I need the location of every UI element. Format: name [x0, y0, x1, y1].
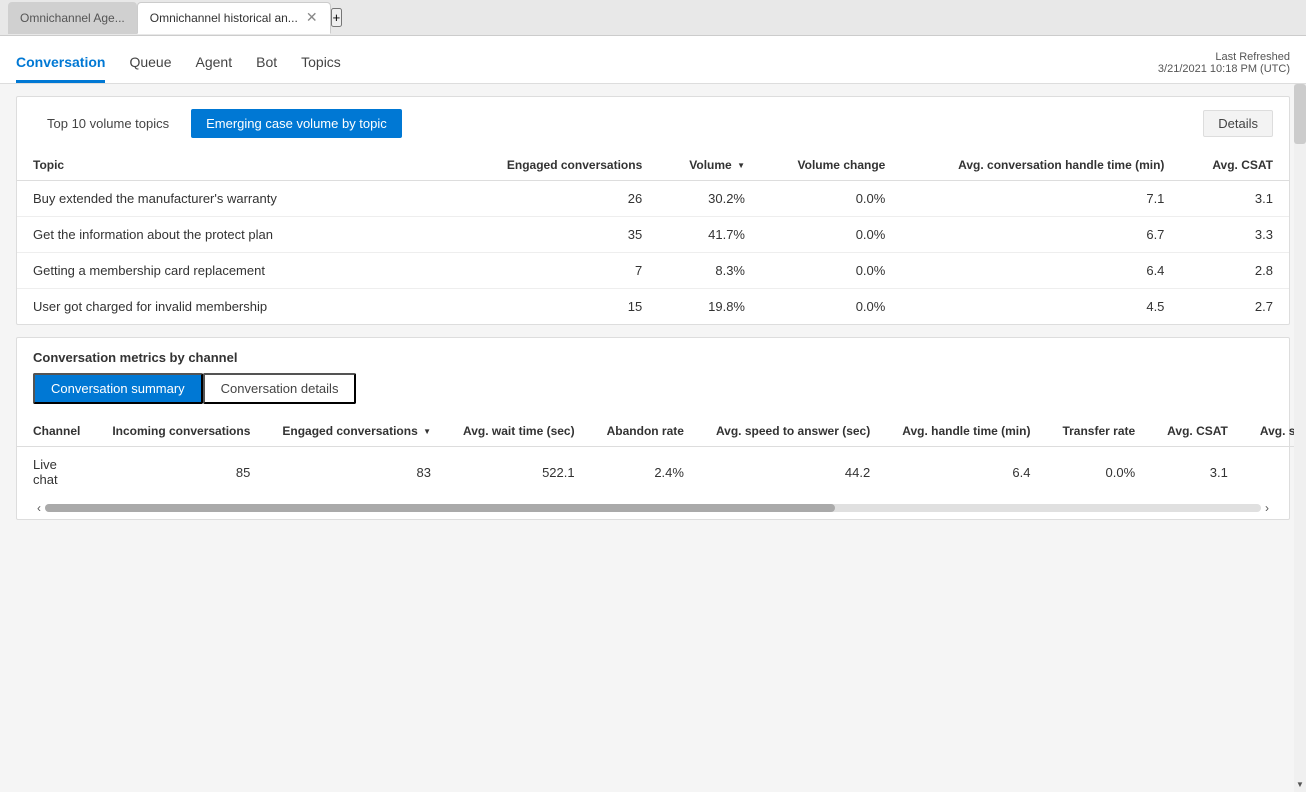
- nav-tab-topics[interactable]: Topics: [301, 46, 341, 83]
- conversation-details-tab[interactable]: Conversation details: [203, 373, 357, 404]
- volume-change-cell: 0.0%: [761, 217, 901, 253]
- volume-cell: 41.7%: [658, 217, 761, 253]
- topics-table: Topic Engaged conversations Volume ▼ Vol…: [17, 150, 1289, 324]
- scroll-left-arrow[interactable]: ‹: [33, 501, 45, 515]
- volume-cell: 8.3%: [658, 253, 761, 289]
- browser-tab-active[interactable]: Omnichannel historical an... ✕: [137, 2, 331, 34]
- metrics-card: Conversation metrics by channel Conversa…: [16, 337, 1290, 520]
- avg-speed-cell: 44.2: [700, 447, 886, 498]
- table-row: Buy extended the manufacturer's warranty…: [17, 181, 1289, 217]
- col-header-abandon: Abandon rate: [591, 416, 700, 447]
- details-button[interactable]: Details: [1203, 110, 1273, 137]
- avg-csat-cell: 3.1: [1180, 181, 1289, 217]
- nav-tab-bot[interactable]: Bot: [256, 46, 277, 83]
- right-scroll-thumb: [1294, 84, 1306, 144]
- last-refreshed-value: 3/21/2021 10:18 PM (UTC): [1158, 63, 1290, 75]
- table-row: User got charged for invalid membership …: [17, 289, 1289, 325]
- topic-cell: Get the information about the protect pl…: [17, 217, 462, 253]
- metrics-table: Channel Incoming conversations Engaged c…: [17, 416, 1306, 497]
- avg-csat-cell: 2.8: [1180, 253, 1289, 289]
- nav-tab-group: Conversation Queue Agent Bot Topics: [16, 46, 341, 83]
- top-10-topics-tab[interactable]: Top 10 volume topics: [33, 110, 183, 137]
- topic-cell: User got charged for invalid membership: [17, 289, 462, 325]
- add-tab-button[interactable]: +: [331, 8, 343, 27]
- col-header-avg-handle: Avg. handle time (min): [886, 416, 1046, 447]
- scroll-down-icon[interactable]: ▼: [1294, 777, 1306, 792]
- table-row: Live chat 85 83 522.1 2.4% 44.2 6.4 0.0%…: [17, 447, 1306, 498]
- volume-cell: 30.2%: [658, 181, 761, 217]
- engaged-cell: 35: [462, 217, 658, 253]
- metrics-tab-row: Conversation summary Conversation detail…: [17, 373, 1289, 416]
- metrics-section-title: Conversation metrics by channel: [17, 338, 1289, 373]
- conversation-summary-tab[interactable]: Conversation summary: [33, 373, 203, 404]
- avg-wait-cell: 522.1: [447, 447, 591, 498]
- browser-tab-inactive[interactable]: Omnichannel Age...: [8, 2, 137, 34]
- avg-csat-cell: 3.3: [1180, 217, 1289, 253]
- col-header-avg-csat: Avg. CSAT: [1151, 416, 1244, 447]
- browser-tab-inactive-label: Omnichannel Age...: [20, 11, 125, 25]
- col-header-avg-speed: Avg. speed to answer (sec): [700, 416, 886, 447]
- engaged-cell: 7: [462, 253, 658, 289]
- col-header-incoming: Incoming conversations: [96, 416, 266, 447]
- volume-change-cell: 0.0%: [761, 181, 901, 217]
- avg-handle-cell: 6.4: [886, 447, 1046, 498]
- avg-handle-cell: 4.5: [901, 289, 1180, 325]
- channel-cell: Live chat: [17, 447, 96, 498]
- last-refreshed: Last Refreshed 3/21/2021 10:18 PM (UTC): [1158, 51, 1290, 83]
- nav-tab-queue[interactable]: Queue: [129, 46, 171, 83]
- table-row: Getting a membership card replacement 7 …: [17, 253, 1289, 289]
- col-header-transfer: Transfer rate: [1046, 416, 1151, 447]
- topic-cell: Getting a membership card replacement: [17, 253, 462, 289]
- right-scrollbar[interactable]: ▲ ▼: [1294, 84, 1306, 792]
- engaged-cell: 83: [266, 447, 447, 498]
- last-refreshed-label: Last Refreshed: [1158, 51, 1290, 63]
- volume-change-cell: 0.0%: [761, 289, 901, 325]
- volume-cell: 19.8%: [658, 289, 761, 325]
- nav-tab-agent[interactable]: Agent: [196, 46, 233, 83]
- col-header-engaged: Engaged conversations: [462, 150, 658, 181]
- col-header-engaged: Engaged conversations ▼: [266, 416, 447, 447]
- browser-tab-active-label: Omnichannel historical an...: [150, 11, 298, 25]
- sort-arrow-icon: ▼: [423, 427, 431, 436]
- scroll-thumb: [45, 504, 835, 512]
- topics-card: Top 10 volume topics Emerging case volum…: [16, 96, 1290, 325]
- main-content: Top 10 volume topics Emerging case volum…: [0, 84, 1306, 792]
- col-header-volume-change: Volume change: [761, 150, 901, 181]
- volume-change-cell: 0.0%: [761, 253, 901, 289]
- emerging-case-volume-tab[interactable]: Emerging case volume by topic: [191, 109, 402, 138]
- engaged-cell: 15: [462, 289, 658, 325]
- topics-tab-row: Top 10 volume topics Emerging case volum…: [17, 97, 1289, 150]
- scroll-track[interactable]: [45, 504, 1261, 512]
- top-navigation: Conversation Queue Agent Bot Topics Last…: [0, 36, 1306, 84]
- avg-handle-cell: 6.4: [901, 253, 1180, 289]
- browser-tab-bar: Omnichannel Age... Omnichannel historica…: [0, 0, 1306, 36]
- table-row: Get the information about the protect pl…: [17, 217, 1289, 253]
- avg-handle-cell: 6.7: [901, 217, 1180, 253]
- topic-cell: Buy extended the manufacturer's warranty: [17, 181, 462, 217]
- col-header-volume: Volume ▼: [658, 150, 761, 181]
- bottom-scrollbar[interactable]: ‹ ›: [17, 497, 1289, 519]
- col-header-avg-wait: Avg. wait time (sec): [447, 416, 591, 447]
- avg-handle-cell: 7.1: [901, 181, 1180, 217]
- col-header-channel: Channel: [17, 416, 96, 447]
- col-header-avg-csat: Avg. CSAT: [1180, 150, 1289, 181]
- avg-csat-cell: 3.1: [1151, 447, 1244, 498]
- close-icon[interactable]: ✕: [306, 9, 318, 26]
- col-header-avg-handle: Avg. conversation handle time (min): [901, 150, 1180, 181]
- engaged-cell: 26: [462, 181, 658, 217]
- avg-csat-cell: 2.7: [1180, 289, 1289, 325]
- abandon-cell: 2.4%: [591, 447, 700, 498]
- incoming-cell: 85: [96, 447, 266, 498]
- nav-tab-conversation[interactable]: Conversation: [16, 46, 105, 83]
- col-header-topic: Topic: [17, 150, 462, 181]
- transfer-cell: 0.0%: [1046, 447, 1151, 498]
- scroll-right-arrow[interactable]: ›: [1261, 501, 1273, 515]
- sort-arrow-icon: ▼: [737, 161, 745, 170]
